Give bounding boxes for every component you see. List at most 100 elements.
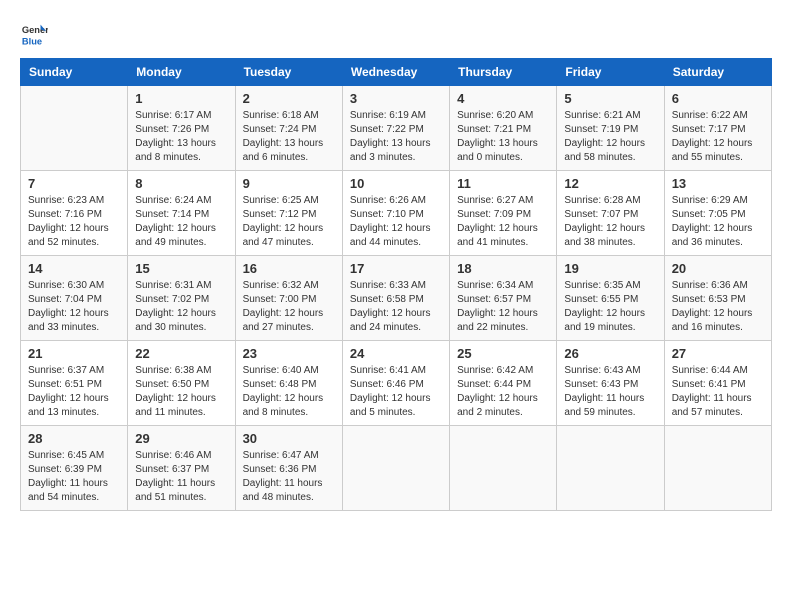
day-number: 9 [243,176,335,191]
calendar-cell: 3 Sunrise: 6:19 AMSunset: 7:22 PMDaylight… [342,86,449,171]
calendar-cell [664,426,771,511]
day-info: Sunrise: 6:33 AMSunset: 6:58 PMDaylight:… [350,279,442,335]
day-number: 24 [350,346,442,361]
calendar-cell: 22Sunrise: 6:38 AMSunset: 6:50 PMDayligh… [128,341,235,426]
day-info: Sunrise: 6:29 AMSunset: 7:05 PMDaylight:… [672,194,764,250]
calendar-cell: 4 Sunrise: 6:20 AMSunset: 7:21 PMDaylight… [450,86,557,171]
calendar-cell: 26Sunrise: 6:43 AMSunset: 6:43 PMDayligh… [557,341,664,426]
day-number: 19 [564,261,656,276]
day-info: Sunrise: 6:27 AMSunset: 7:09 PMDaylight:… [457,194,549,250]
calendar-cell: 2 Sunrise: 6:18 AMSunset: 7:24 PMDaylight… [235,86,342,171]
calendar-cell: 11Sunrise: 6:27 AMSunset: 7:09 PMDayligh… [450,171,557,256]
day-number: 6 [672,91,764,106]
day-number: 18 [457,261,549,276]
calendar-week-row: 1 Sunrise: 6:17 AMSunset: 7:26 PMDaylight… [21,86,772,171]
logo: General Blue [20,20,48,48]
day-info: Sunrise: 6:20 AMSunset: 7:21 PMDaylight:… [457,109,549,165]
day-info: Sunrise: 6:40 AMSunset: 6:48 PMDaylight:… [243,364,335,420]
calendar-week-row: 14 Sunrise: 6:30 AMSunset: 7:04 PMDayligh… [21,256,772,341]
day-number: 27 [672,346,764,361]
day-number: 10 [350,176,442,191]
calendar-cell: 23 Sunrise: 6:40 AMSunset: 6:48 PMDayligh… [235,341,342,426]
weekday-header: Saturday [664,59,771,86]
day-info: Sunrise: 6:25 AMSunset: 7:12 PMDaylight:… [243,194,335,250]
calendar-cell: 17 Sunrise: 6:33 AMSunset: 6:58 PMDayligh… [342,256,449,341]
weekday-header: Sunday [21,59,128,86]
day-info: Sunrise: 6:35 AMSunset: 6:55 PMDaylight:… [564,279,656,335]
day-number: 16 [243,261,335,276]
day-number: 2 [243,91,335,106]
day-number: 28 [28,431,120,446]
day-number: 7 [28,176,120,191]
calendar-cell: 18 Sunrise: 6:34 AMSunset: 6:57 PMDayligh… [450,256,557,341]
calendar-cell: 21 Sunrise: 6:37 AMSunset: 6:51 PMDayligh… [21,341,128,426]
day-number: 8 [135,176,227,191]
calendar-cell: 6 Sunrise: 6:22 AMSunset: 7:17 PMDaylight… [664,86,771,171]
calendar-cell: 10 Sunrise: 6:26 AMSunset: 7:10 PMDayligh… [342,171,449,256]
day-info: Sunrise: 6:38 AMSunset: 6:50 PMDaylight:… [135,364,227,420]
calendar-cell: 29 Sunrise: 6:46 AMSunset: 6:37 PMDayligh… [128,426,235,511]
calendar-cell: 8Sunrise: 6:24 AMSunset: 7:14 PMDaylight… [128,171,235,256]
day-info: Sunrise: 6:36 AMSunset: 6:53 PMDaylight:… [672,279,764,335]
calendar-cell: 5 Sunrise: 6:21 AMSunset: 7:19 PMDaylight… [557,86,664,171]
calendar-cell [342,426,449,511]
day-number: 21 [28,346,120,361]
calendar-cell: 24 Sunrise: 6:41 AMSunset: 6:46 PMDayligh… [342,341,449,426]
day-number: 1 [135,91,227,106]
day-info: Sunrise: 6:28 AMSunset: 7:07 PMDaylight:… [564,194,656,250]
day-info: Sunrise: 6:19 AMSunset: 7:22 PMDaylight:… [350,109,442,165]
calendar-cell: 1 Sunrise: 6:17 AMSunset: 7:26 PMDaylight… [128,86,235,171]
weekday-header-row: SundayMondayTuesdayWednesdayThursdayFrid… [21,59,772,86]
calendar-cell: 19 Sunrise: 6:35 AMSunset: 6:55 PMDayligh… [557,256,664,341]
day-number: 5 [564,91,656,106]
calendar-cell [450,426,557,511]
calendar-cell: 28 Sunrise: 6:45 AMSunset: 6:39 PMDayligh… [21,426,128,511]
day-info: Sunrise: 6:34 AMSunset: 6:57 PMDaylight:… [457,279,549,335]
calendar-cell: 14 Sunrise: 6:30 AMSunset: 7:04 PMDayligh… [21,256,128,341]
day-number: 20 [672,261,764,276]
day-info: Sunrise: 6:23 AMSunset: 7:16 PMDaylight:… [28,194,120,250]
calendar-week-row: 7 Sunrise: 6:23 AMSunset: 7:16 PMDaylight… [21,171,772,256]
day-info: Sunrise: 6:17 AMSunset: 7:26 PMDaylight:… [135,109,227,165]
day-number: 12 [564,176,656,191]
day-info: Sunrise: 6:37 AMSunset: 6:51 PMDaylight:… [28,364,120,420]
weekday-header: Thursday [450,59,557,86]
calendar-cell: 16 Sunrise: 6:32 AMSunset: 7:00 PMDayligh… [235,256,342,341]
day-info: Sunrise: 6:44 AMSunset: 6:41 PMDaylight:… [672,364,764,420]
day-number: 25 [457,346,549,361]
calendar-cell [557,426,664,511]
day-number: 29 [135,431,227,446]
calendar-cell: 25 Sunrise: 6:42 AMSunset: 6:44 PMDayligh… [450,341,557,426]
day-info: Sunrise: 6:46 AMSunset: 6:37 PMDaylight:… [135,449,227,505]
day-info: Sunrise: 6:42 AMSunset: 6:44 PMDaylight:… [457,364,549,420]
day-info: Sunrise: 6:45 AMSunset: 6:39 PMDaylight:… [28,449,120,505]
day-number: 14 [28,261,120,276]
day-info: Sunrise: 6:22 AMSunset: 7:17 PMDaylight:… [672,109,764,165]
calendar-week-row: 28 Sunrise: 6:45 AMSunset: 6:39 PMDayligh… [21,426,772,511]
day-info: Sunrise: 6:18 AMSunset: 7:24 PMDaylight:… [243,109,335,165]
calendar-cell: 27 Sunrise: 6:44 AMSunset: 6:41 PMDayligh… [664,341,771,426]
day-number: 23 [243,346,335,361]
weekday-header: Friday [557,59,664,86]
day-number: 26 [564,346,656,361]
day-number: 3 [350,91,442,106]
day-info: Sunrise: 6:32 AMSunset: 7:00 PMDaylight:… [243,279,335,335]
day-info: Sunrise: 6:26 AMSunset: 7:10 PMDaylight:… [350,194,442,250]
calendar-cell: 15 Sunrise: 6:31 AMSunset: 7:02 PMDayligh… [128,256,235,341]
day-number: 4 [457,91,549,106]
logo-icon: General Blue [20,20,48,48]
day-number: 17 [350,261,442,276]
day-info: Sunrise: 6:21 AMSunset: 7:19 PMDaylight:… [564,109,656,165]
svg-text:Blue: Blue [22,36,42,46]
weekday-header: Tuesday [235,59,342,86]
calendar-cell: 7 Sunrise: 6:23 AMSunset: 7:16 PMDaylight… [21,171,128,256]
day-info: Sunrise: 6:30 AMSunset: 7:04 PMDaylight:… [28,279,120,335]
day-number: 13 [672,176,764,191]
day-info: Sunrise: 6:47 AMSunset: 6:36 PMDaylight:… [243,449,335,505]
calendar-cell: 20 Sunrise: 6:36 AMSunset: 6:53 PMDayligh… [664,256,771,341]
day-info: Sunrise: 6:31 AMSunset: 7:02 PMDaylight:… [135,279,227,335]
calendar-cell: 30Sunrise: 6:47 AMSunset: 6:36 PMDayligh… [235,426,342,511]
day-info: Sunrise: 6:41 AMSunset: 6:46 PMDaylight:… [350,364,442,420]
calendar-week-row: 21 Sunrise: 6:37 AMSunset: 6:51 PMDayligh… [21,341,772,426]
day-number: 15 [135,261,227,276]
